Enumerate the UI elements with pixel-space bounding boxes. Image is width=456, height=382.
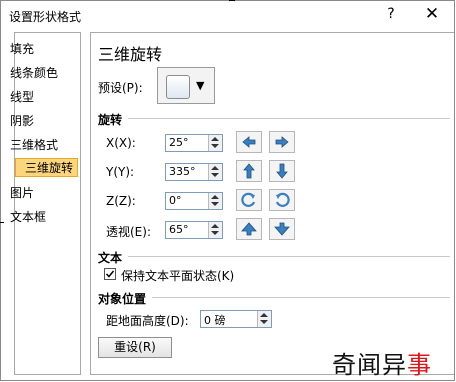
rotate-clockwise-button[interactable]	[269, 189, 295, 211]
page-title: 三维旋转	[98, 45, 163, 64]
sidebar-item-fill[interactable]: 填充	[10, 40, 34, 57]
rotate-down-button[interactable]	[269, 160, 295, 182]
z-rotation-stepper[interactable]: 0°	[165, 192, 223, 210]
x-rotation-value: 25°	[169, 136, 189, 149]
perspective-stepper[interactable]: 65°	[165, 221, 223, 239]
sidebar-item-picture[interactable]: 图片	[10, 184, 34, 201]
sidebar-item-shadow[interactable]: 阴影	[10, 112, 34, 129]
x-rotation-spin-buttons[interactable]	[208, 135, 222, 151]
preset-preview	[166, 75, 190, 99]
distance-from-ground-value: 0 磅	[204, 314, 226, 327]
preset-dropdown[interactable]: ▼	[157, 67, 215, 104]
perspective-increase-icon	[241, 222, 257, 236]
perspective-decrease-icon	[274, 222, 290, 236]
reset-button[interactable]: 重设(R)	[98, 337, 172, 358]
x-rotation-stepper[interactable]: 25°	[165, 134, 223, 152]
close-button[interactable]: ✕	[422, 4, 442, 24]
checkmark-icon	[105, 270, 115, 278]
distance-from-ground-stepper[interactable]: 0 磅	[200, 310, 272, 328]
rotate-right-icon	[275, 136, 289, 148]
distance-from-ground-label: 距地面高度(D):	[106, 314, 189, 328]
rotation-divider	[128, 118, 450, 119]
sidebar-item-3d-rotation[interactable]: 三维旋转	[15, 158, 78, 177]
x-rotation-label: X(X):	[106, 136, 136, 150]
rotate-down-icon	[276, 163, 288, 179]
rotate-up-button[interactable]	[236, 160, 262, 182]
sidebar-item-line-style[interactable]: 线型	[10, 88, 34, 105]
sidebar-item-textbox[interactable]: 文本框	[10, 208, 46, 225]
sidebar-item-line-color[interactable]: 线条颜色	[10, 64, 58, 81]
help-button[interactable]: ?	[383, 6, 399, 22]
rotate-right-button[interactable]	[269, 131, 295, 153]
perspective-increase-button[interactable]	[236, 218, 262, 240]
object-position-section-label: 对象位置	[98, 292, 147, 306]
z-rotation-value: 0°	[169, 194, 182, 207]
y-rotation-stepper[interactable]: 335°	[165, 163, 223, 181]
window-title: 设置形状格式	[9, 10, 82, 24]
text-section-label: 文本	[98, 251, 123, 265]
rotate-up-icon	[243, 163, 255, 179]
rotate-clockwise-icon	[275, 192, 290, 207]
rotate-left-icon	[242, 136, 256, 148]
perspective-spin-buttons[interactable]	[208, 222, 222, 238]
object-position-divider	[152, 297, 450, 298]
sidebar-item-3d-format[interactable]: 三维格式	[10, 136, 58, 153]
rotate-left-button[interactable]	[236, 131, 262, 153]
keep-text-flat-label[interactable]: 保持文本平面状态(K)	[121, 267, 234, 284]
category-list	[14, 32, 81, 375]
watermark-text: 奇闻异	[332, 351, 407, 379]
perspective-decrease-button[interactable]	[269, 218, 295, 240]
top-edge-mark	[229, 0, 235, 1]
rotate-counterclockwise-icon	[241, 192, 256, 207]
preset-label: 预设(P):	[98, 81, 143, 95]
left-edge-mark	[0, 222, 4, 223]
title-bar: 设置形状格式 ? ✕	[1, 1, 454, 31]
watermark: 奇闻异事	[332, 345, 432, 380]
text-divider	[128, 256, 450, 257]
rotate-counterclockwise-button[interactable]	[236, 189, 262, 211]
chevron-down-icon: ▼	[196, 79, 205, 92]
y-rotation-spin-buttons[interactable]	[208, 164, 222, 180]
y-rotation-value: 335°	[169, 165, 196, 178]
rotation-section-label: 旋转	[98, 113, 123, 127]
perspective-label: 透视(E):	[106, 225, 151, 239]
z-rotation-spin-buttons[interactable]	[208, 193, 222, 209]
y-rotation-label: Y(Y):	[106, 165, 135, 179]
perspective-value: 65°	[169, 223, 189, 236]
distance-spin-buttons[interactable]	[257, 311, 271, 327]
z-rotation-label: Z(Z):	[106, 194, 136, 208]
keep-text-flat-checkbox[interactable]	[104, 268, 116, 280]
watermark-text-red: 事	[407, 351, 432, 379]
